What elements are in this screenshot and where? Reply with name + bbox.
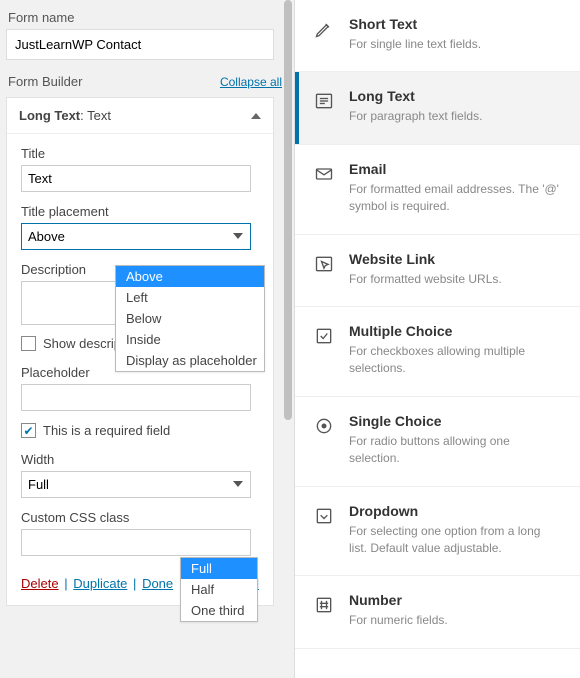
delete-link[interactable]: Delete — [21, 576, 59, 591]
custom-css-input[interactable] — [21, 529, 251, 556]
scrollbar-thumb[interactable] — [284, 0, 292, 420]
placement-option[interactable]: Above — [116, 266, 264, 287]
required-checkbox-label: This is a required field — [43, 423, 170, 438]
width-select[interactable] — [21, 471, 251, 498]
field-type-desc: For paragraph text fields. — [349, 108, 560, 125]
placement-option[interactable]: Display as placeholder — [116, 350, 264, 371]
form-name-label: Form name — [8, 10, 284, 25]
field-type-title: Single Choice — [349, 413, 560, 429]
field-type-title: Multiple Choice — [349, 323, 560, 339]
field-type-title: Email — [349, 161, 560, 177]
done-link[interactable]: Done — [142, 576, 173, 591]
field-type-title: Website Link — [349, 251, 560, 267]
field-type-title: Number — [349, 592, 560, 608]
tooltip-checkbox[interactable] — [21, 336, 36, 351]
placement-option[interactable]: Left — [116, 287, 264, 308]
form-name-input[interactable] — [6, 29, 274, 60]
hash-icon — [313, 594, 335, 616]
field-type-dropdown[interactable]: Dropdown For selecting one option from a … — [295, 487, 580, 577]
mail-icon — [313, 163, 335, 185]
width-option[interactable]: Half — [181, 579, 257, 600]
width-label: Width — [21, 452, 259, 467]
field-type-multiple-choice[interactable]: Multiple Choice For checkboxes allowing m… — [295, 307, 580, 397]
field-type-title: Long Text — [349, 88, 560, 104]
form-builder-panel: Form name Form Builder Collapse all Long… — [0, 0, 295, 678]
field-type-long-text[interactable]: Long Text For paragraph text fields. — [295, 72, 580, 144]
custom-css-label: Custom CSS class — [21, 510, 259, 525]
placeholder-input[interactable] — [21, 384, 251, 411]
title-placement-dropdown: AboveLeftBelowInsideDisplay as placehold… — [115, 265, 265, 372]
field-type-title: Dropdown — [349, 503, 560, 519]
field-header-title: Long Text: Text — [19, 108, 111, 123]
width-dropdown: FullHalfOne third — [180, 557, 258, 622]
form-builder-heading: Form Builder — [8, 74, 82, 89]
chevron-up-icon — [251, 113, 261, 119]
paragraph-icon — [313, 90, 335, 112]
field-type-email[interactable]: Email For formatted email addresses. The … — [295, 145, 580, 235]
scrollbar[interactable] — [284, 0, 292, 678]
required-checkbox-row[interactable]: This is a required field — [21, 423, 259, 438]
field-type-desc: For checkboxes allowing multiple selecti… — [349, 343, 560, 378]
title-label: Title — [21, 146, 259, 161]
placement-option[interactable]: Inside — [116, 329, 264, 350]
field-type-suffix: : Text — [80, 108, 111, 123]
pencil-icon — [313, 18, 335, 40]
title-placement-label: Title placement — [21, 204, 259, 219]
checkbox-icon — [313, 325, 335, 347]
field-type-desc: For formatted email addresses. The '@' s… — [349, 181, 560, 216]
field-type-number[interactable]: Number For numeric fields. — [295, 576, 580, 648]
cursor-icon — [313, 253, 335, 275]
field-type-desc: For selecting one option from a long lis… — [349, 523, 560, 558]
field-type-label: Long Text — [19, 108, 80, 123]
title-input[interactable] — [21, 165, 251, 192]
placement-option[interactable]: Below — [116, 308, 264, 329]
field-type-title: Short Text — [349, 16, 560, 32]
width-option[interactable]: Full — [181, 558, 257, 579]
duplicate-link[interactable]: Duplicate — [73, 576, 127, 591]
title-placement-select[interactable] — [21, 223, 251, 250]
dropdown-icon — [313, 505, 335, 527]
width-option[interactable]: One third — [181, 600, 257, 621]
field-type-desc: For formatted website URLs. — [349, 271, 560, 288]
field-type-website-link[interactable]: Website Link For formatted website URLs. — [295, 235, 580, 307]
field-type-short-text[interactable]: Short Text For single line text fields. — [295, 0, 580, 72]
radio-icon — [313, 415, 335, 437]
field-type-desc: For single line text fields. — [349, 36, 560, 53]
field-type-single-choice[interactable]: Single Choice For radio buttons allowing … — [295, 397, 580, 487]
field-type-desc: For radio buttons allowing one selection… — [349, 433, 560, 468]
required-checkbox[interactable] — [21, 423, 36, 438]
field-header[interactable]: Long Text: Text — [7, 98, 273, 134]
collapse-all-link[interactable]: Collapse all — [220, 75, 282, 89]
field-types-panel: Short Text For single line text fields. Lo… — [295, 0, 580, 678]
field-type-desc: For numeric fields. — [349, 612, 560, 629]
